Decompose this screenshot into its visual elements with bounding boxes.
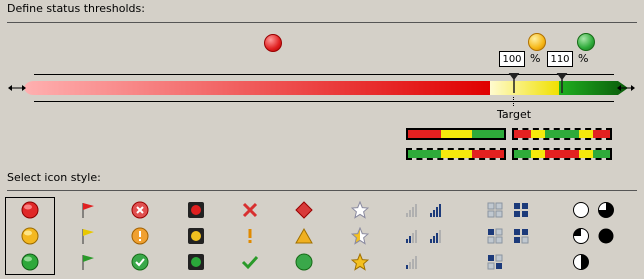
icon-set-flags[interactable] <box>64 198 112 274</box>
signal-bars-icon <box>406 230 441 243</box>
icon-set-quadrant-boxes[interactable] <box>484 198 534 274</box>
check-icon <box>241 255 259 270</box>
right-extend-arrow-icon[interactable] <box>616 82 636 94</box>
green-threshold-dot <box>577 33 595 51</box>
quadrant-boxes-icon <box>487 254 503 270</box>
preset-green-yellow-red-yellow-green[interactable] <box>512 148 612 160</box>
green-circle-icon <box>295 253 313 271</box>
left-extend-arrow-icon[interactable] <box>7 82 27 94</box>
low-threshold-input[interactable]: 100 <box>499 51 525 67</box>
yellow-circle-icon <box>21 227 39 245</box>
icon-set-pie-quarters[interactable] <box>570 198 624 274</box>
threshold-gradient-bar <box>24 81 628 95</box>
low-threshold-handle[interactable] <box>507 73 521 93</box>
thresholds-title: Define status thresholds: <box>7 2 145 15</box>
half-star-icon <box>351 227 369 245</box>
icon-set-stars[interactable] <box>336 198 384 274</box>
quadrant-boxes-icon <box>487 228 529 244</box>
icon-set-symbols[interactable] <box>226 198 274 274</box>
low-threshold-percent: % <box>530 52 541 65</box>
icon-set-circles[interactable] <box>5 197 55 275</box>
x-circle-icon <box>131 201 149 219</box>
preset-red-yellow-green[interactable] <box>406 128 506 140</box>
yellow-threshold-dot <box>528 33 546 51</box>
thresholds-divider <box>7 22 637 23</box>
icon-set-circled-symbols[interactable] <box>116 198 164 274</box>
preset-red-yellow-green-red-yellow[interactable] <box>512 128 612 140</box>
green-flag-icon <box>82 255 94 270</box>
pie-icon <box>573 228 614 244</box>
x-icon <box>242 202 258 218</box>
yellow-flag-icon <box>82 229 94 244</box>
signal-bars-icon <box>406 204 441 217</box>
icon-set-traffic-lights[interactable] <box>172 198 220 274</box>
green-circle-icon <box>21 253 39 271</box>
high-threshold-percent: % <box>578 52 589 65</box>
check-circle-icon <box>131 253 149 271</box>
preset-green-yellow-red[interactable] <box>406 148 506 160</box>
yellow-light-icon <box>188 228 204 244</box>
green-light-icon <box>188 254 204 270</box>
red-circle-icon <box>21 201 39 219</box>
red-threshold-dot <box>264 34 282 52</box>
empty-star-icon <box>351 201 369 219</box>
pie-icon <box>573 202 614 218</box>
target-marker-line <box>513 97 514 106</box>
icon-style-title: Select icon style: <box>7 171 101 184</box>
high-threshold-input[interactable]: 110 <box>547 51 573 67</box>
bar-top-frame <box>34 74 614 75</box>
red-light-icon <box>188 202 204 218</box>
icon-style-divider <box>7 190 637 191</box>
target-label: Target <box>497 108 532 121</box>
exclamation-icon <box>248 229 252 243</box>
full-star-icon <box>351 253 369 271</box>
bar-bottom-frame <box>34 101 614 102</box>
yellow-triangle-icon <box>295 227 313 244</box>
pie-icon <box>573 254 589 270</box>
quadrant-boxes-icon <box>487 202 528 218</box>
high-threshold-handle[interactable] <box>555 73 569 93</box>
icon-set-shapes[interactable] <box>280 198 328 274</box>
signal-bars-icon <box>406 256 417 269</box>
red-diamond-icon <box>295 201 313 219</box>
red-flag-icon <box>82 203 94 218</box>
exclamation-circle-icon <box>131 227 149 245</box>
icon-set-signal-bars[interactable] <box>400 198 450 274</box>
